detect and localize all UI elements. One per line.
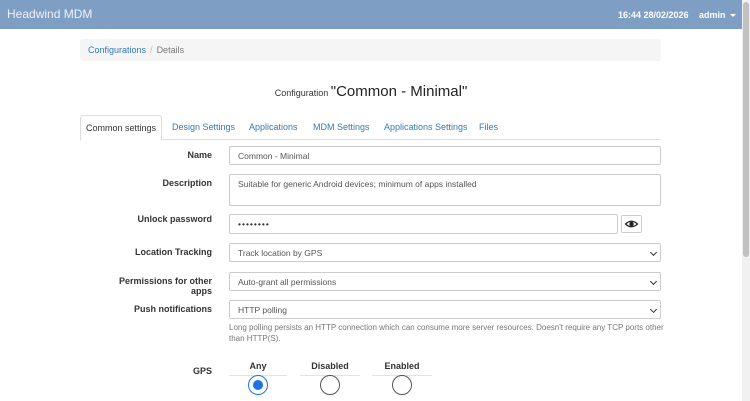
push-notifications-select[interactable]: HTTP polling (229, 300, 661, 319)
permissions-select[interactable]: Auto-grant all permissions (229, 272, 661, 291)
gps-radio-any[interactable] (248, 375, 268, 395)
page-title-name: "Common - Minimal" (330, 83, 468, 100)
gps-radio-enabled[interactable] (392, 375, 412, 395)
permissions-value: Auto-grant all permissions (238, 277, 337, 287)
tab-applications[interactable]: Applications (249, 115, 298, 140)
breadcrumb-separator: / (150, 45, 153, 55)
push-notifications-value: HTTP polling (238, 305, 287, 315)
description-label: Description (162, 178, 212, 188)
page-title-prefix: Configuration (274, 88, 329, 98)
app-brand[interactable]: Headwind MDM (7, 7, 92, 21)
gps-option-disabled-label: Disabled (311, 361, 349, 371)
breadcrumb-configurations[interactable]: Configurations (88, 45, 146, 55)
user-menu[interactable]: admin (699, 10, 736, 20)
unlock-password-field[interactable]: •••••••• (229, 214, 618, 234)
location-tracking-select[interactable]: Track location by GPS (229, 243, 661, 262)
scrollbar-thumb[interactable] (743, 2, 749, 257)
permissions-label: Permissions for other apps (118, 276, 212, 296)
tab-applications-settings[interactable]: Applications Settings (384, 115, 468, 140)
location-tracking-label: Location Tracking (134, 247, 212, 257)
push-notifications-label: Push notifications (133, 304, 212, 314)
tab-mdm-settings[interactable]: MDM Settings (313, 115, 370, 140)
datetime-display: 16:44 28/02/2026 (618, 10, 689, 20)
name-label: Name (187, 150, 212, 160)
user-name: admin (699, 10, 726, 20)
tab-design-settings[interactable]: Design Settings (172, 115, 235, 140)
page-scrollbar[interactable] (742, 0, 750, 401)
tab-common-settings[interactable]: Common settings (80, 115, 162, 141)
show-password-button[interactable] (621, 215, 642, 233)
name-field[interactable]: Common - Minimal (229, 146, 661, 165)
gps-option-enabled-label: Enabled (384, 361, 420, 371)
settings-tabs: Common settings Design Settings Applicat… (80, 115, 661, 141)
unlock-password-label: Unlock password (137, 214, 212, 224)
top-navbar: Headwind MDM 16:44 28/02/2026 admin (0, 0, 742, 29)
chevron-down-icon (649, 248, 658, 257)
location-tracking-value: Track location by GPS (238, 248, 323, 258)
chevron-down-icon (649, 277, 658, 286)
page-title: Configuration "Common - Minimal" (0, 83, 742, 100)
gps-radio-disabled[interactable] (320, 375, 340, 395)
caret-down-icon (729, 14, 736, 18)
breadcrumb: Configurations / Details (80, 39, 661, 61)
gps-label: GPS (192, 366, 212, 376)
push-notifications-help: Long polling persists an HTTP connection… (229, 323, 664, 343)
chevron-down-icon (649, 305, 658, 314)
breadcrumb-current: Details (156, 45, 185, 55)
gps-option-any-label: Any (249, 361, 267, 371)
description-field[interactable]: Suitable for generic Android devices; mi… (229, 174, 661, 206)
eye-icon (624, 220, 639, 228)
tab-files[interactable]: Files (479, 115, 498, 140)
